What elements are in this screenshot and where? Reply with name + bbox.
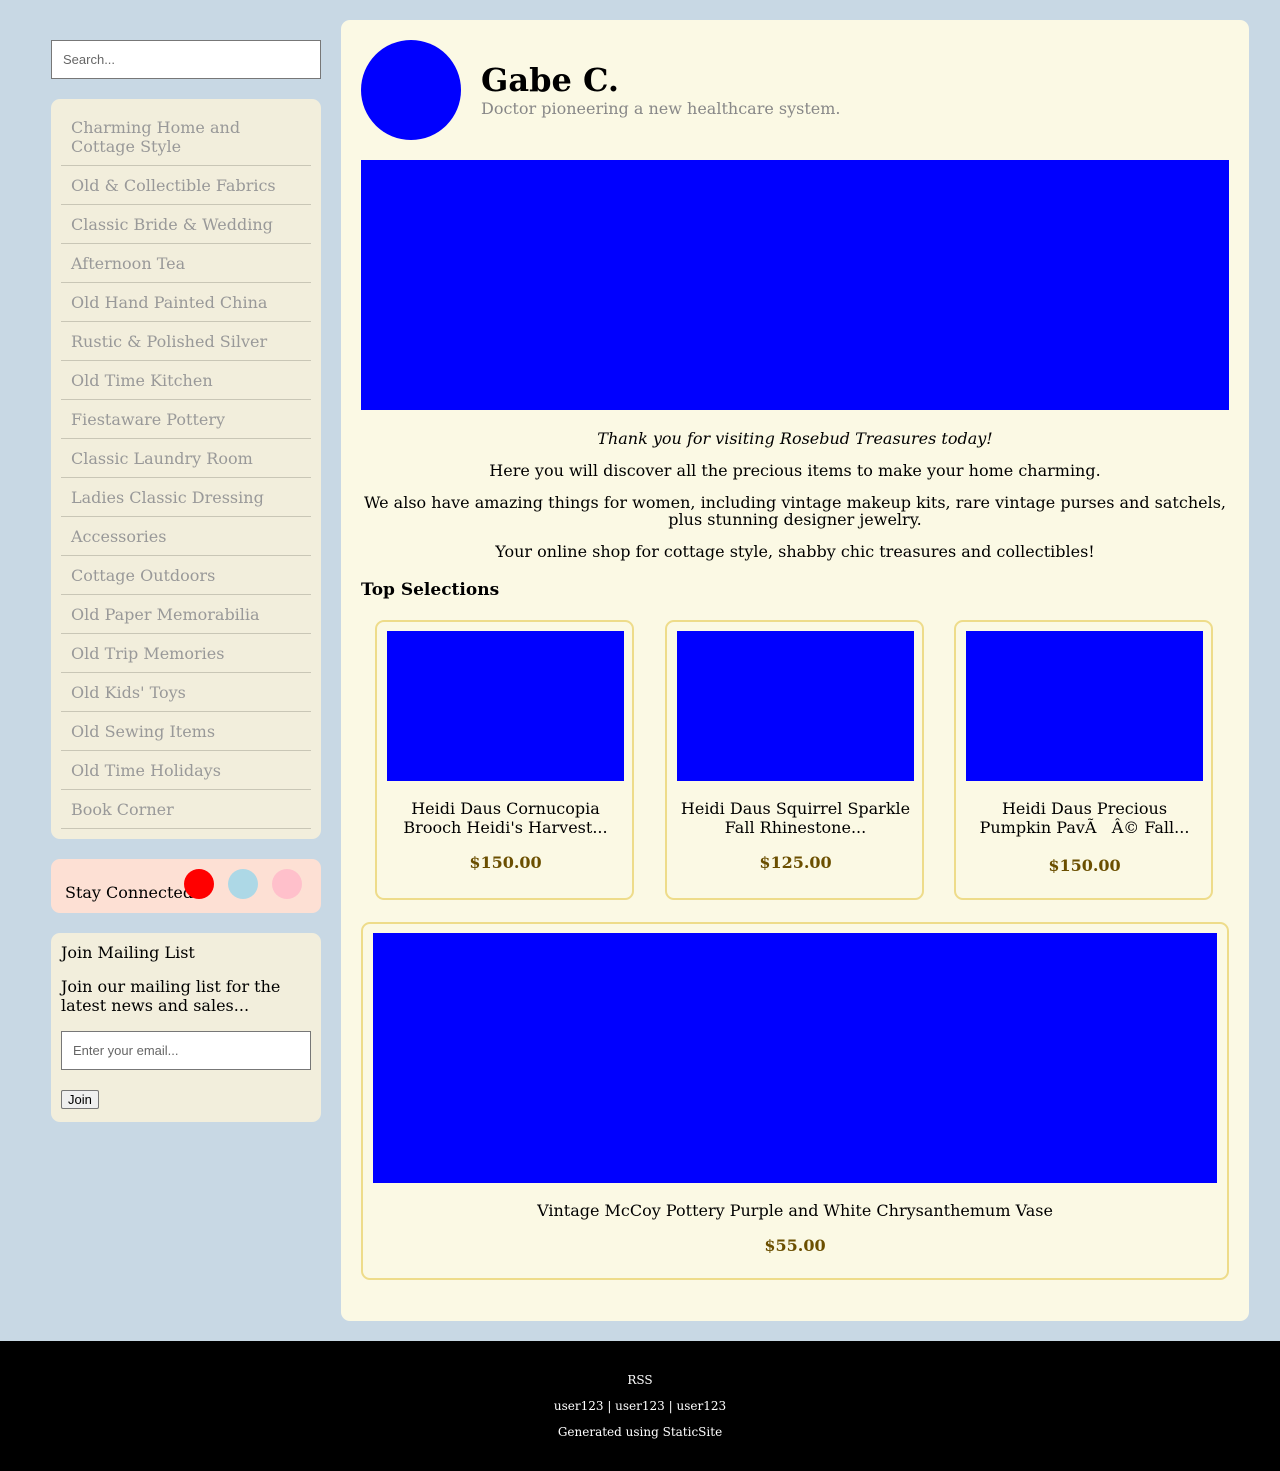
separator: | — [664, 1399, 677, 1413]
category-item[interactable]: Charming Home and Cottage Style — [61, 108, 311, 166]
category-item[interactable]: Ladies Classic Dressing — [61, 478, 311, 517]
user-link[interactable]: user123 — [554, 1399, 604, 1413]
social-red-icon[interactable] — [184, 869, 214, 899]
product-image[interactable] — [677, 631, 914, 781]
social-label: Stay Connected — [65, 883, 194, 902]
product-card[interactable]: Heidi Daus Squirrel Sparkle Fall Rhinest… — [665, 620, 924, 900]
product-price: $125.00 — [759, 853, 832, 872]
category-item[interactable]: Old & Collectible Fabrics — [61, 166, 311, 205]
intro-line: Here you will discover all the precious … — [489, 461, 1101, 480]
footer-user-links: user123 | user123 | user123 — [0, 1399, 1280, 1413]
category-item[interactable]: Old Time Holidays — [61, 751, 311, 790]
generated-by: Generated using StaticSite — [557, 1425, 723, 1439]
profile-name: Gabe C. — [481, 61, 619, 99]
rss-link[interactable]: RSS — [0, 1373, 1280, 1387]
product-card[interactable]: Heidi Daus Precious Pumpkin PavÃ Â© Fall… — [954, 620, 1213, 900]
product-image[interactable] — [387, 631, 624, 781]
category-item[interactable]: Old Kids' Toys — [61, 673, 311, 712]
section-title: Top Selections — [361, 580, 500, 600]
category-item[interactable]: Old Paper Memorabilia — [61, 595, 311, 634]
product-card[interactable]: Heidi Daus Cornucopia Brooch Heidi's Har… — [375, 620, 634, 900]
category-list: Charming Home and Cottage Style Old & Col… — [61, 108, 311, 829]
social-lightblue-icon[interactable] — [228, 869, 258, 899]
product-image[interactable] — [373, 933, 1217, 1183]
category-item[interactable]: Classic Laundry Room — [61, 439, 311, 478]
product-title[interactable]: Heidi Daus Squirrel Sparkle Fall Rhinest… — [677, 799, 914, 837]
category-item[interactable]: Old Time Kitchen — [61, 361, 311, 400]
join-button[interactable]: Join — [61, 1090, 99, 1109]
intro-line: We also have amazing things for women, i… — [363, 493, 1227, 529]
footer: RSS user123 | user123 | user123 Generate… — [0, 1341, 1280, 1471]
category-menu: Charming Home and Cottage Style Old & Col… — [51, 99, 321, 839]
category-item[interactable]: Old Trip Memories — [61, 634, 311, 673]
featured-product-card[interactable]: Vintage McCoy Pottery Purple and White C… — [361, 922, 1229, 1280]
product-price: $150.00 — [1048, 856, 1121, 875]
category-item[interactable]: Old Sewing Items — [61, 712, 311, 751]
profile-tagline: Doctor pioneering a new healthcare syste… — [481, 99, 841, 118]
product-price: $55.00 — [764, 1236, 826, 1255]
search-input[interactable] — [51, 40, 321, 79]
main-panel: Gabe C. Doctor pioneering a new healthca… — [341, 20, 1249, 1321]
hero-image — [361, 160, 1229, 410]
category-item[interactable]: Afternoon Tea — [61, 244, 311, 283]
social-box: Stay Connected — [51, 859, 321, 913]
intro-text: Thank you for visiting Rosebud Treasures… — [361, 430, 1229, 575]
category-item[interactable]: Cottage Outdoors — [61, 556, 311, 595]
email-field[interactable] — [61, 1031, 311, 1070]
category-item[interactable]: Accessories — [61, 517, 311, 556]
category-item[interactable]: Rustic & Polished Silver — [61, 322, 311, 361]
avatar — [361, 40, 461, 140]
user-link[interactable]: user123 — [676, 1399, 726, 1413]
product-title[interactable]: Heidi Daus Precious Pumpkin PavÃ Â© Fall… — [966, 799, 1203, 837]
category-item[interactable]: Book Corner — [61, 790, 311, 829]
mailing-list-box: Join Mailing List Join our mailing list … — [51, 933, 321, 1122]
intro-line: Your online shop for cottage style, shab… — [495, 542, 1095, 561]
mailing-title: Join Mailing List — [61, 943, 195, 962]
sidebar: Charming Home and Cottage StyleOld & Col… — [51, 40, 321, 1122]
product-image[interactable] — [966, 631, 1203, 781]
product-price: $150.00 — [469, 853, 542, 872]
separator: | — [603, 1399, 616, 1413]
intro-thanks: Thank you for visiting Rosebud Treasures… — [597, 429, 993, 448]
user-link[interactable]: user123 — [615, 1399, 665, 1413]
category-item[interactable]: Classic Bride & Wedding — [61, 205, 311, 244]
social-pink-icon[interactable] — [272, 869, 302, 899]
category-item[interactable]: Fiestaware Pottery — [61, 400, 311, 439]
product-title[interactable]: Heidi Daus Cornucopia Brooch Heidi's Har… — [387, 799, 624, 837]
product-title[interactable]: Vintage McCoy Pottery Purple and White C… — [373, 1201, 1217, 1220]
category-item[interactable]: Old Hand Painted China — [61, 283, 311, 322]
mailing-text: Join our mailing list for the latest new… — [61, 977, 281, 1015]
